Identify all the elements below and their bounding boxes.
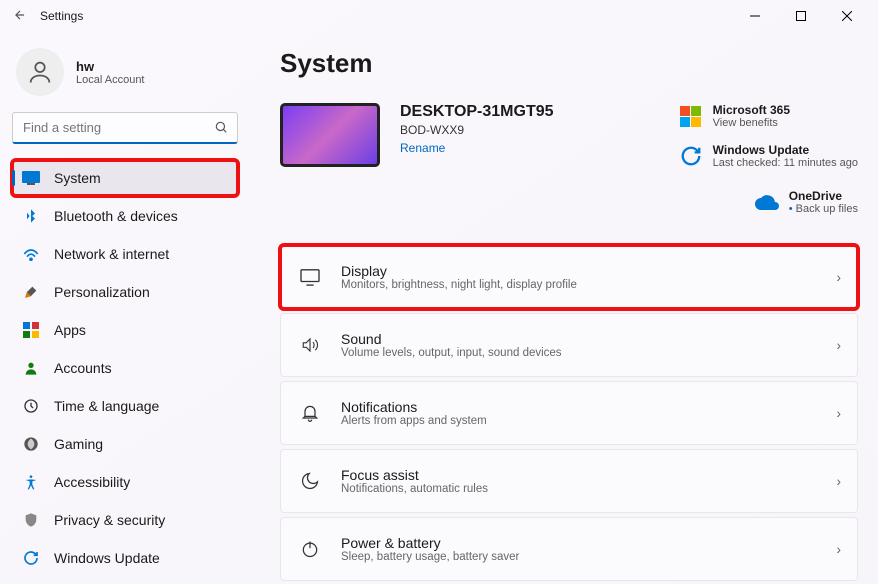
close-button[interactable]: [824, 0, 870, 32]
setting-subtitle: Volume levels, output, input, sound devi…: [341, 347, 836, 359]
nav-item-time[interactable]: Time & language: [12, 388, 238, 424]
nav-label: System: [54, 170, 101, 186]
bluetooth-icon: [22, 207, 40, 225]
power-icon: [297, 539, 323, 559]
nav-item-personalization[interactable]: Personalization: [12, 274, 238, 310]
nav-label: Accessibility: [54, 474, 130, 490]
chevron-right-icon: ›: [836, 269, 841, 285]
setting-title: Display: [341, 263, 836, 279]
setting-subtitle: Monitors, brightness, night light, displ…: [341, 279, 836, 291]
user-subtitle: Local Account: [76, 74, 145, 86]
chevron-right-icon: ›: [836, 473, 841, 489]
user-name: hw: [76, 59, 145, 74]
nav-item-accessibility[interactable]: Accessibility: [12, 464, 238, 500]
search-input[interactable]: [12, 112, 238, 144]
maximize-button[interactable]: [778, 0, 824, 32]
update-icon: [679, 144, 703, 168]
promo-windows-update[interactable]: Windows Update Last checked: 11 minutes …: [679, 143, 858, 169]
nav-item-bluetooth[interactable]: Bluetooth & devices: [12, 198, 238, 234]
page-title: System: [280, 48, 858, 79]
setting-subtitle: Notifications, automatic rules: [341, 483, 836, 495]
network-icon: [22, 245, 40, 263]
moon-icon: [297, 471, 323, 491]
sound-icon: [297, 336, 323, 354]
setting-display[interactable]: DisplayMonitors, brightness, night light…: [280, 245, 858, 309]
search-icon: [214, 120, 228, 137]
promo-subtitle: View benefits: [713, 117, 790, 129]
promo-title: OneDrive: [789, 189, 858, 203]
time-icon: [22, 397, 40, 415]
setting-focus-assist[interactable]: Focus assistNotifications, automatic rul…: [280, 449, 858, 513]
chevron-right-icon: ›: [836, 541, 841, 557]
nav-item-system[interactable]: System: [12, 160, 238, 196]
setting-notifications[interactable]: NotificationsAlerts from apps and system…: [280, 381, 858, 445]
titlebar: Settings: [0, 0, 878, 32]
promo-subtitle: Last checked: 11 minutes ago: [713, 157, 858, 169]
promo-microsoft365[interactable]: Microsoft 365 View benefits: [679, 103, 858, 129]
update-icon: [22, 549, 40, 567]
minimize-button[interactable]: [732, 0, 778, 32]
system-icon: [22, 169, 40, 187]
nav-label: Gaming: [54, 436, 103, 452]
bell-icon: [297, 403, 323, 423]
display-icon: [297, 268, 323, 286]
device-info-row: DESKTOP-31MGT95 BOD-WXX9 Rename Microsof…: [280, 103, 858, 215]
nav-list: System Bluetooth & devices Network & int…: [10, 160, 240, 576]
avatar: [16, 48, 64, 96]
setting-subtitle: Alerts from apps and system: [341, 415, 836, 427]
privacy-icon: [22, 511, 40, 529]
window-title: Settings: [40, 9, 83, 23]
accounts-icon: [22, 359, 40, 377]
setting-sound[interactable]: SoundVolume levels, output, input, sound…: [280, 313, 858, 377]
nav-label: Windows Update: [54, 550, 160, 566]
device-image: [280, 103, 380, 167]
nav-item-privacy[interactable]: Privacy & security: [12, 502, 238, 538]
nav-label: Bluetooth & devices: [54, 208, 178, 224]
promo-onedrive[interactable]: OneDrive Back up files: [755, 189, 858, 215]
device-name: DESKTOP-31MGT95: [400, 103, 554, 121]
onedrive-icon: [755, 190, 779, 214]
device-model: BOD-WXX9: [400, 123, 554, 137]
setting-power[interactable]: Power & batterySleep, battery usage, bat…: [280, 517, 858, 581]
setting-title: Notifications: [341, 399, 836, 415]
promo-title: Microsoft 365: [713, 103, 790, 117]
back-button[interactable]: [8, 8, 32, 25]
setting-title: Power & battery: [341, 535, 836, 551]
nav-label: Accounts: [54, 360, 112, 376]
main-content: System DESKTOP-31MGT95 BOD-WXX9 Rename M…: [250, 32, 878, 584]
nav-label: Privacy & security: [54, 512, 165, 528]
settings-list: DisplayMonitors, brightness, night light…: [280, 245, 858, 584]
nav-label: Time & language: [54, 398, 159, 414]
chevron-right-icon: ›: [836, 405, 841, 421]
nav-item-accounts[interactable]: Accounts: [12, 350, 238, 386]
nav-item-update[interactable]: Windows Update: [12, 540, 238, 576]
nav-item-network[interactable]: Network & internet: [12, 236, 238, 272]
microsoft-logo-icon: [679, 104, 703, 128]
apps-icon: [22, 321, 40, 339]
rename-link[interactable]: Rename: [400, 141, 554, 155]
chevron-right-icon: ›: [836, 337, 841, 353]
setting-subtitle: Sleep, battery usage, battery saver: [341, 551, 836, 563]
accessibility-icon: [22, 473, 40, 491]
promo-title: Windows Update: [713, 143, 858, 157]
nav-label: Apps: [54, 322, 86, 338]
nav-item-gaming[interactable]: Gaming: [12, 426, 238, 462]
personalization-icon: [22, 283, 40, 301]
setting-title: Focus assist: [341, 467, 836, 483]
nav-label: Personalization: [54, 284, 150, 300]
sidebar: hw Local Account System Bluetooth & devi…: [0, 32, 250, 584]
nav-label: Network & internet: [54, 246, 169, 262]
setting-title: Sound: [341, 331, 836, 347]
nav-item-apps[interactable]: Apps: [12, 312, 238, 348]
gaming-icon: [22, 435, 40, 453]
promo-subtitle: Back up files: [789, 203, 858, 215]
user-profile[interactable]: hw Local Account: [16, 48, 234, 96]
